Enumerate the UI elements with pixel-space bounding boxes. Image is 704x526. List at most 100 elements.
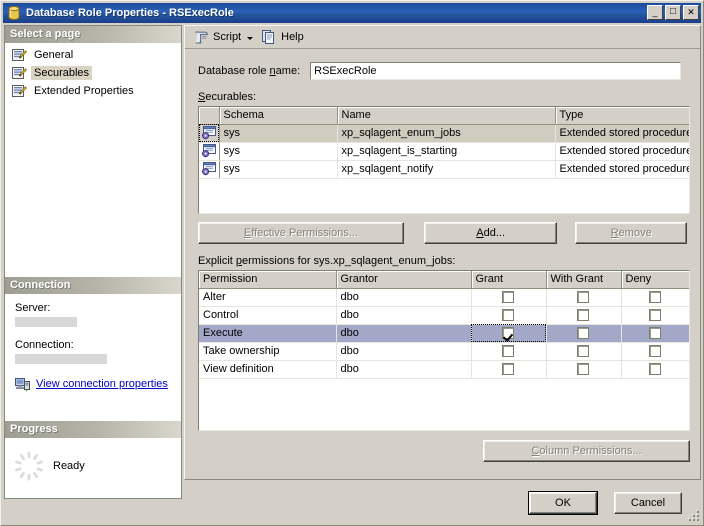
role-name-input[interactable]: [310, 62, 682, 80]
sidebar-item-general[interactable]: General: [5, 46, 181, 64]
sidebar-item-securables[interactable]: Securables: [5, 64, 181, 82]
cell-with-grant[interactable]: [546, 342, 622, 361]
perm-col-with-grant[interactable]: With Grant: [546, 271, 622, 289]
chevron-down-icon[interactable]: [247, 36, 254, 40]
column-permissions-button[interactable]: Column Permissions...: [483, 440, 690, 462]
progress-section: Progress Ready: [5, 421, 181, 494]
cell-grant[interactable]: [471, 360, 547, 379]
cancel-button[interactable]: Cancel: [614, 492, 682, 514]
explicit-permissions-label: Explicit permissions for sys.xp_sqlagent…: [198, 255, 456, 267]
cell-with-grant[interactable]: [546, 306, 622, 325]
perm-col-permission[interactable]: Permission: [199, 271, 337, 289]
deny-checkbox[interactable]: [648, 345, 661, 358]
with-grant-checkbox[interactable]: [577, 327, 589, 340]
help-button[interactable]: Help: [257, 28, 308, 47]
cell-deny[interactable]: [621, 360, 689, 379]
view-connection-properties-row[interactable]: View connection properties: [15, 376, 181, 392]
add-button[interactable]: Add...: [423, 222, 558, 244]
row-header-cell[interactable]: [199, 142, 220, 161]
page-icon: [11, 83, 27, 99]
cell-permission[interactable]: Execute: [199, 324, 337, 343]
cell-name[interactable]: xp_sqlagent_notify: [337, 160, 556, 179]
cell-name[interactable]: xp_sqlagent_enum_jobs: [337, 124, 556, 143]
ok-button[interactable]: OK: [529, 492, 597, 514]
permissions-grid[interactable]: Permission Grantor Grant With Grant Deny…: [198, 270, 690, 431]
cell-permission[interactable]: Alter: [199, 288, 337, 307]
table-row[interactable]: Execute dbo: [199, 324, 689, 343]
with-grant-checkbox[interactable]: [577, 291, 589, 304]
cell-deny[interactable]: [621, 324, 689, 343]
row-header-cell[interactable]: [199, 160, 220, 179]
cell-type[interactable]: Extended stored procedure: [555, 124, 689, 143]
cell-grant[interactable]: [471, 324, 547, 343]
cell-permission[interactable]: Take ownership: [199, 342, 337, 361]
cell-grantor[interactable]: dbo: [336, 360, 472, 379]
cell-schema[interactable]: sys: [219, 160, 338, 179]
cell-type[interactable]: Extended stored procedure: [555, 160, 689, 179]
view-connection-properties-link[interactable]: View connection properties: [36, 378, 168, 390]
cell-grant[interactable]: [471, 288, 547, 307]
deny-checkbox[interactable]: [648, 309, 661, 322]
grant-checkbox[interactable]: [502, 327, 514, 340]
cell-grantor[interactable]: dbo: [336, 306, 472, 325]
perm-col-grant[interactable]: Grant: [471, 271, 547, 289]
maximize-button[interactable]: □: [665, 5, 681, 20]
cell-grantor[interactable]: dbo: [336, 342, 472, 361]
cell-schema[interactable]: sys: [219, 124, 338, 143]
cell-permission[interactable]: View definition: [199, 360, 337, 379]
page-list: General Securables Extended Properties: [5, 43, 181, 100]
deny-checkbox[interactable]: [648, 327, 661, 340]
securables-grid[interactable]: Schema Name Type sys xp_sqlagent_enum_jo…: [198, 106, 690, 214]
effective-permissions-button[interactable]: Effective Permissions...: [198, 222, 404, 244]
extended-stored-procedure-icon: [201, 126, 217, 140]
table-row[interactable]: Take ownership dbo: [199, 342, 689, 361]
table-row[interactable]: sys xp_sqlagent_is_starting Extended sto…: [199, 142, 689, 161]
perm-col-grantor[interactable]: Grantor: [336, 271, 472, 289]
table-row[interactable]: sys xp_sqlagent_notify Extended stored p…: [199, 160, 689, 179]
cell-name[interactable]: xp_sqlagent_is_starting: [337, 142, 556, 161]
cell-deny[interactable]: [621, 288, 689, 307]
cell-with-grant[interactable]: [546, 288, 622, 307]
cell-deny[interactable]: [621, 306, 689, 325]
table-row[interactable]: sys xp_sqlagent_enum_jobs Extended store…: [199, 124, 689, 143]
row-header-cell[interactable]: [199, 124, 220, 143]
securables-col-schema[interactable]: Schema: [219, 107, 338, 125]
minimize-button[interactable]: _: [647, 5, 663, 20]
content-pane: Script Help Database role name: RSExecRo…: [184, 25, 701, 480]
cell-grantor[interactable]: dbo: [336, 324, 472, 343]
cell-deny[interactable]: [621, 342, 689, 361]
securables-col-rowheader[interactable]: [199, 107, 220, 125]
cell-grant[interactable]: [471, 342, 547, 361]
cell-grant[interactable]: [471, 306, 547, 325]
deny-checkbox[interactable]: [648, 363, 661, 376]
grant-checkbox[interactable]: [502, 291, 514, 304]
cell-grantor[interactable]: dbo: [336, 288, 472, 307]
table-row[interactable]: Control dbo: [199, 306, 689, 325]
cell-permission[interactable]: Control: [199, 306, 337, 325]
resize-grip-icon[interactable]: [688, 510, 700, 522]
toolbar: Script Help: [185, 26, 700, 49]
connection-section: Connection Server: Connection: View conn…: [5, 277, 181, 392]
cell-with-grant[interactable]: [546, 360, 622, 379]
cell-schema[interactable]: sys: [219, 142, 338, 161]
grant-checkbox[interactable]: [502, 363, 514, 376]
cell-type[interactable]: Extended stored procedure: [555, 142, 689, 161]
securables-col-name[interactable]: Name: [337, 107, 556, 125]
script-button[interactable]: Script: [189, 28, 257, 47]
grant-checkbox[interactable]: [502, 309, 514, 322]
table-row[interactable]: View definition dbo: [199, 360, 689, 379]
close-button[interactable]: ✕: [683, 5, 699, 20]
titlebar[interactable]: Database Role Properties - RSExecRole _ …: [3, 3, 701, 23]
grant-checkbox[interactable]: [502, 345, 514, 358]
connection-label: Connection:: [15, 339, 74, 351]
deny-checkbox[interactable]: [648, 291, 661, 304]
sidebar-item-extended-properties[interactable]: Extended Properties: [5, 82, 181, 100]
with-grant-checkbox[interactable]: [577, 309, 589, 322]
securables-col-type[interactable]: Type: [555, 107, 689, 125]
cell-with-grant[interactable]: [546, 324, 622, 343]
perm-col-deny[interactable]: Deny: [621, 271, 689, 289]
with-grant-checkbox[interactable]: [577, 363, 589, 376]
remove-button[interactable]: Remove: [575, 222, 687, 244]
with-grant-checkbox[interactable]: [577, 345, 589, 358]
table-row[interactable]: Alter dbo: [199, 288, 689, 307]
